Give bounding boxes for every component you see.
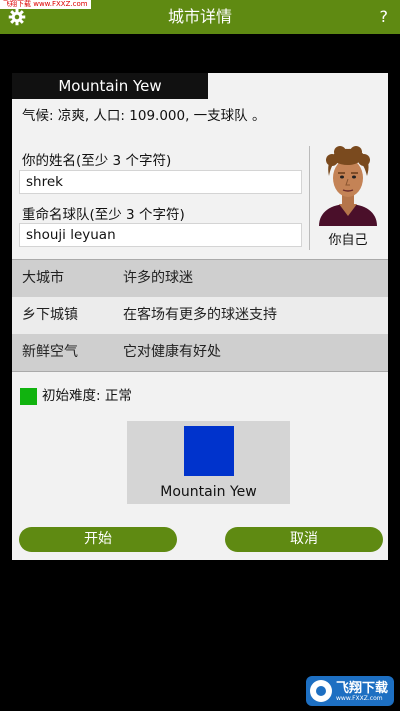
gear-icon[interactable]	[8, 8, 26, 26]
team-label: 重命名球队(至少 3 个字符)	[22, 207, 185, 223]
trait-description: 它对健康有好处	[123, 344, 221, 360]
logo-url: www.FXXZ.com	[336, 695, 383, 702]
logo-icon	[310, 680, 332, 702]
watermark-logo: 飞翔下载 www.FXXZ.com	[306, 676, 394, 706]
help-button[interactable]: ?	[380, 0, 389, 34]
team-name-input[interactable]: shouji leyuan	[19, 223, 302, 247]
avatar[interactable]	[315, 146, 381, 226]
team-flag	[184, 426, 234, 476]
city-info: 气候: 凉爽, 人口: 109.000, 一支球队 。	[22, 108, 266, 124]
team-flag-card[interactable]: Mountain Yew	[127, 421, 290, 504]
difficulty-indicator	[20, 388, 37, 405]
trait-row: 新鲜空气 它对健康有好处	[12, 334, 388, 371]
avatar-caption: 你自己	[328, 233, 368, 248]
divider	[309, 146, 310, 250]
trait-description: 在客场有更多的球迷支持	[123, 307, 277, 323]
top-bar: 城市详情 飞翔下载 www.FXXZ.com ?	[0, 0, 400, 34]
trait-name: 大城市	[22, 270, 64, 286]
trait-name: 新鲜空气	[22, 344, 78, 360]
trait-row: 乡下城镇 在客场有更多的球迷支持	[12, 297, 388, 334]
name-input[interactable]: shrek	[19, 170, 302, 194]
city-name-tab: Mountain Yew	[12, 73, 208, 99]
trait-description: 许多的球迷	[123, 270, 193, 286]
name-label: 你的姓名(至少 3 个字符)	[22, 153, 172, 169]
cancel-button[interactable]: 取消	[225, 527, 383, 552]
trait-row: 大城市 许多的球迷	[12, 260, 388, 297]
trait-name: 乡下城镇	[22, 307, 78, 323]
difficulty-label: 初始难度: 正常	[42, 388, 132, 404]
divider	[12, 371, 388, 372]
start-button[interactable]: 开始	[19, 527, 177, 552]
team-flag-label: Mountain Yew	[160, 484, 257, 500]
